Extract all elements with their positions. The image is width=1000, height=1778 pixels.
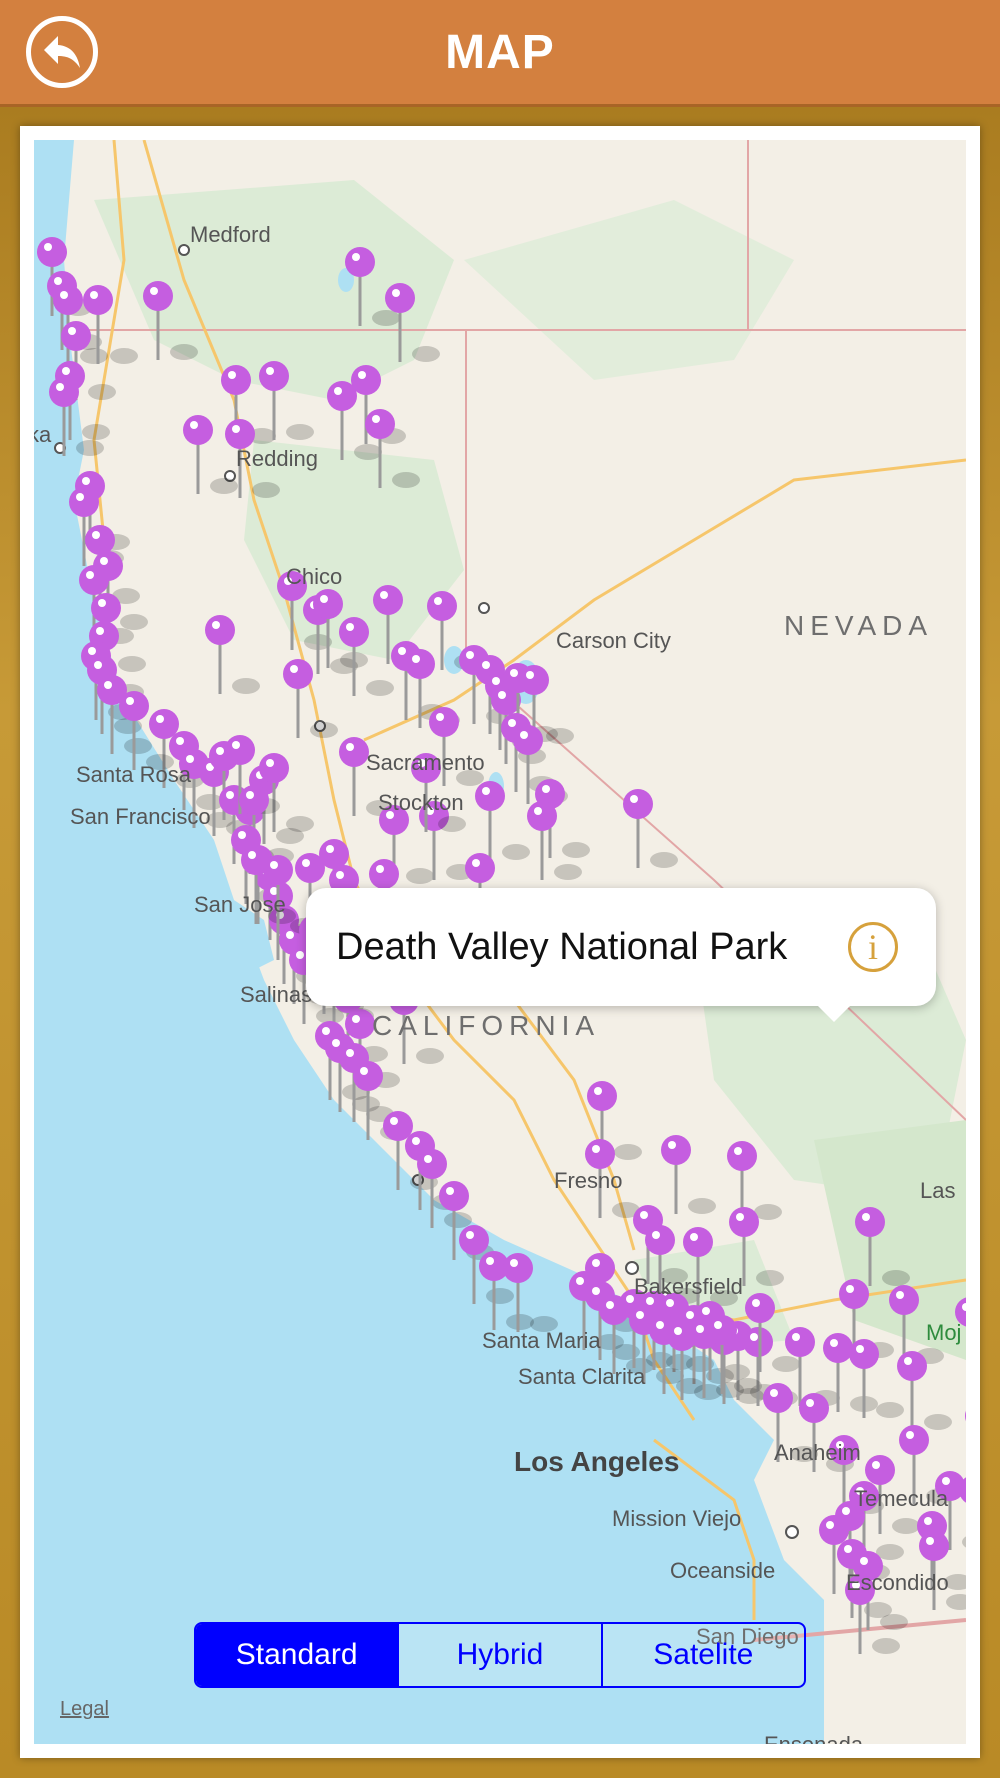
- map-label-salinas: Salinas: [240, 982, 313, 1007]
- map-label-mission-viejo: Mission Viejo: [612, 1506, 742, 1531]
- map-label-carson-city: Carson City: [556, 628, 671, 653]
- page-title: MAP: [445, 25, 555, 79]
- map-label-bakersfield: Bakersfield: [634, 1274, 743, 1299]
- map-label-california: CALIFORNIA: [372, 1010, 601, 1041]
- map-label-san-francisco: San Francisco: [70, 804, 211, 829]
- map-pin[interactable]: [623, 789, 678, 868]
- map-label-chico: Chico: [286, 564, 343, 589]
- map-pin[interactable]: [965, 1401, 966, 1480]
- map-pin[interactable]: [283, 659, 338, 738]
- map-label-mojave: Moj: [926, 1320, 962, 1345]
- nav-header: MAP: [0, 0, 1000, 107]
- callout-pointer: [816, 1004, 852, 1022]
- map-label-santa-rosa: Santa Rosa: [76, 762, 191, 787]
- map-pin[interactable]: [527, 801, 582, 880]
- map-pin[interactable]: [475, 781, 530, 860]
- pin-callout[interactable]: Death Valley National Park i: [306, 888, 936, 1022]
- map-label-medford: Medford: [190, 222, 271, 247]
- map-label-sacramento: Sacramento: [366, 750, 485, 775]
- map-label-las: Las: [920, 1178, 956, 1203]
- map-pin[interactable]: [661, 1135, 716, 1214]
- map-pin[interactable]: [897, 1351, 952, 1430]
- map-label-redding: Redding: [236, 446, 318, 471]
- map-label-nevada: NEVADA: [784, 610, 934, 641]
- map-label-stockton: Stockton: [378, 790, 464, 815]
- map-label-escondido: Escondido: [846, 1570, 949, 1595]
- map-pin[interactable]: [205, 615, 260, 694]
- segment-standard[interactable]: Standard: [196, 1624, 398, 1686]
- info-icon[interactable]: i: [848, 922, 898, 972]
- map-label-anaheim: Anaheim: [774, 1440, 861, 1465]
- map-label-eureka: ka: [34, 422, 52, 447]
- map-label-fresno: Fresno: [554, 1168, 623, 1193]
- map-label-temecula: Temecula: [854, 1486, 949, 1511]
- segment-hybrid[interactable]: Hybrid: [397, 1624, 600, 1686]
- map-label-los-angeles: Los Angeles: [514, 1446, 680, 1477]
- map-label-oceanside: Oceanside: [670, 1558, 776, 1583]
- map-type-segmented-control[interactable]: Standard Hybrid Satelite: [194, 1622, 806, 1688]
- callout-title[interactable]: Death Valley National Park: [336, 888, 787, 1006]
- segment-satellite[interactable]: Satelite: [600, 1624, 804, 1686]
- map-label-santa-maria: Santa Maria: [482, 1328, 601, 1353]
- map-label-san-jose: San Jose: [194, 892, 286, 917]
- legal-link[interactable]: Legal: [60, 1698, 109, 1721]
- map-label-santa-clarita: Santa Clarita: [518, 1364, 646, 1389]
- map-label-ensenada: Ensenada: [764, 1732, 863, 1744]
